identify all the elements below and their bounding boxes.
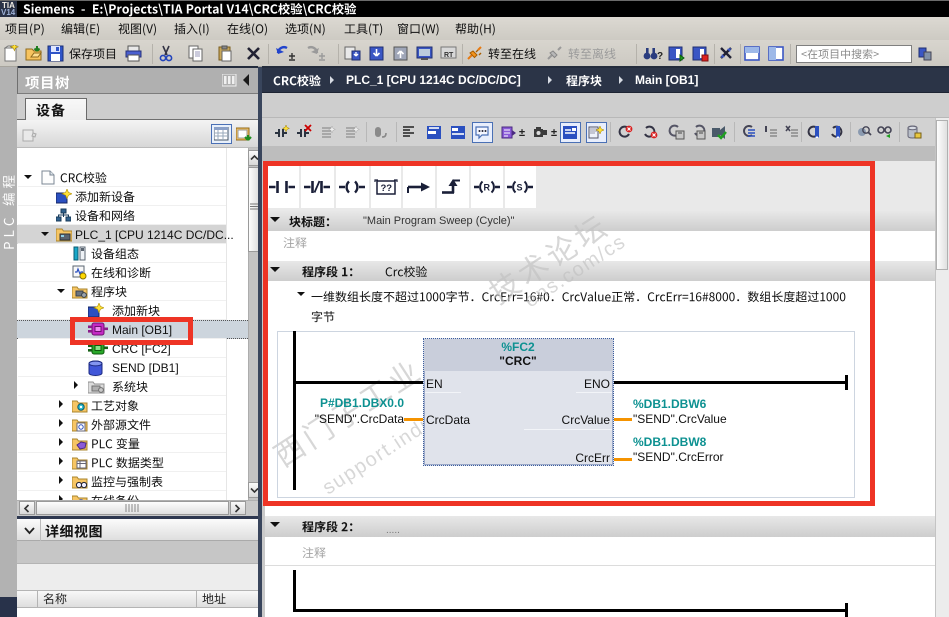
svg-text:?: ? [657, 51, 663, 62]
svg-text:RT: RT [444, 52, 454, 59]
